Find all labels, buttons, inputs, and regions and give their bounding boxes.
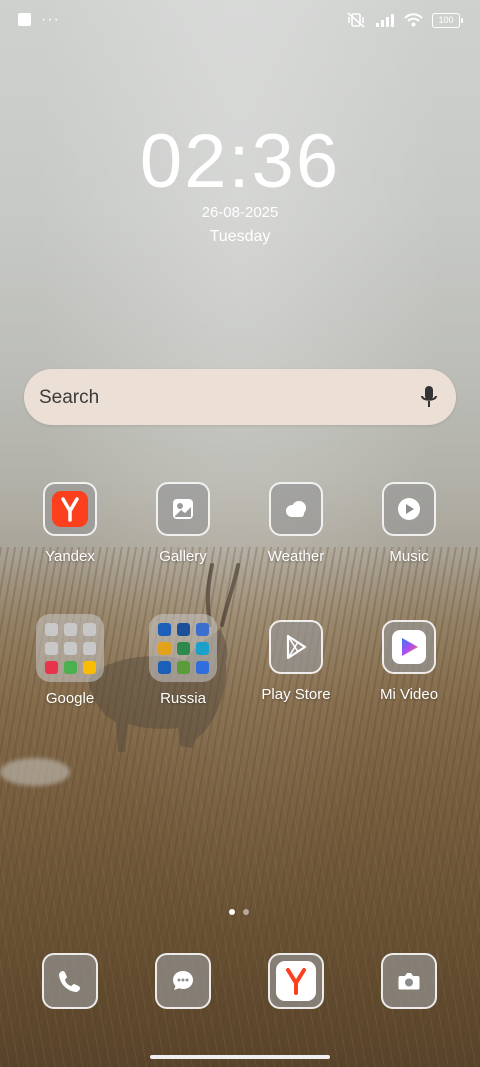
folder-app-icon <box>63 660 77 674</box>
app-music[interactable]: Music <box>354 482 464 565</box>
folder-app-icon <box>176 622 190 636</box>
gallery-icon[interactable] <box>156 482 210 536</box>
folder-app-icon <box>44 641 58 655</box>
messages-icon[interactable] <box>155 953 211 1009</box>
folder-app-icon <box>195 641 209 655</box>
folder-label: Russia <box>160 690 206 707</box>
clock-date: 26-08-2025 <box>201 204 279 221</box>
app-mi-video[interactable]: Mi Video <box>354 620 464 703</box>
page-dot[interactable] <box>243 909 249 915</box>
square-icon <box>18 13 31 26</box>
google-folder-icon[interactable] <box>36 614 104 682</box>
wifi-icon <box>404 13 423 27</box>
more-dots-icon: ··· <box>41 10 60 28</box>
yandex-icon[interactable] <box>43 482 97 536</box>
mic-icon[interactable] <box>420 385 438 409</box>
play-store-icon[interactable] <box>269 620 323 674</box>
yandex-browser-icon[interactable] <box>268 953 324 1009</box>
clock-weekday: Tuesday <box>209 228 271 245</box>
folder-app-icon <box>157 660 171 674</box>
folder-app-icon <box>44 660 58 674</box>
home-indicator[interactable] <box>150 1055 330 1059</box>
app-label: Play Store <box>261 686 331 703</box>
folder-app-icon <box>195 660 209 674</box>
app-gallery[interactable]: Gallery <box>128 482 238 565</box>
folder-app-icon <box>82 641 96 655</box>
search-label: Search <box>39 387 100 408</box>
vibrate-off-icon <box>347 12 365 28</box>
app-label: Yandex <box>45 548 95 565</box>
wallpaper-rock <box>0 758 70 786</box>
app-label: Music <box>389 548 429 565</box>
folder-label: Google <box>45 690 95 707</box>
music-icon[interactable] <box>382 482 436 536</box>
folder-google[interactable]: Google <box>15 614 125 707</box>
app-weather[interactable]: Weather <box>241 482 351 565</box>
folder-app-icon <box>176 641 190 655</box>
app-play-store[interactable]: Play Store <box>241 620 351 703</box>
page-indicator[interactable] <box>229 909 249 915</box>
folder-app-icon <box>195 622 209 636</box>
app-label: Gallery <box>159 548 207 565</box>
folder-app-icon <box>82 622 96 636</box>
search-bar[interactable]: Search <box>24 369 456 425</box>
app-label: Weather <box>267 548 325 565</box>
status-bar: ··· 100 <box>0 0 480 44</box>
clock-time[interactable]: 02:36 <box>0 120 480 204</box>
page-dot-active[interactable] <box>229 909 235 915</box>
russia-folder-icon[interactable] <box>149 614 217 682</box>
camera-icon[interactable] <box>381 953 437 1009</box>
folder-app-icon <box>44 622 58 636</box>
folder-app-icon <box>82 660 96 674</box>
folder-app-icon <box>63 622 77 636</box>
mi-video-icon[interactable] <box>382 620 436 674</box>
signal-icon <box>376 14 394 27</box>
battery-icon: 100 <box>432 12 463 28</box>
folder-app-icon <box>157 641 171 655</box>
weather-icon[interactable] <box>269 482 323 536</box>
app-label: Mi Video <box>379 686 439 703</box>
folder-app-icon <box>176 660 190 674</box>
folder-russia[interactable]: Russia <box>128 614 238 707</box>
folder-app-icon <box>63 641 77 655</box>
folder-app-icon <box>157 622 171 636</box>
phone-icon[interactable] <box>42 953 98 1009</box>
app-yandex[interactable]: Yandex <box>15 482 125 565</box>
